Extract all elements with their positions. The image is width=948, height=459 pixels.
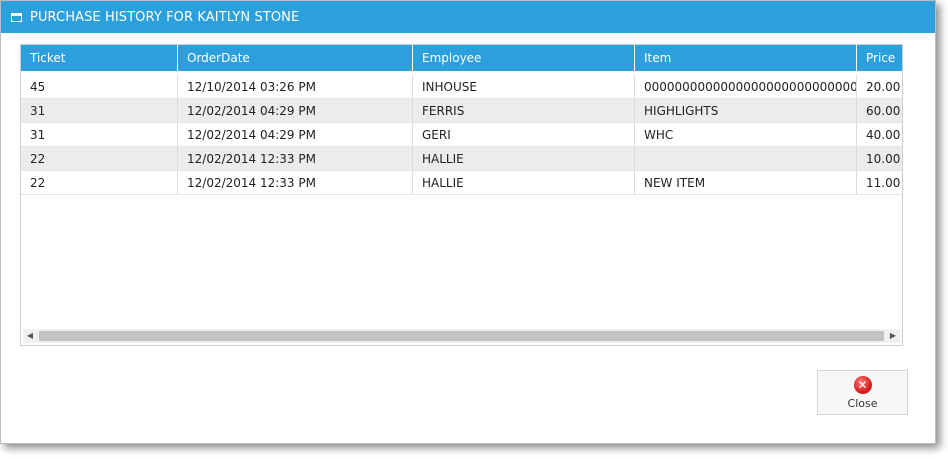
cell-ticket: 31 (21, 99, 178, 122)
window-title: PURCHASE HISTORY FOR KAITLYN STONE (30, 9, 300, 25)
close-button-label: Close (847, 396, 878, 410)
cell-orderdate: 12/02/2014 04:29 PM (178, 99, 413, 122)
column-header-price[interactable]: Price (857, 45, 902, 71)
cell-employee: HALLIE (413, 147, 635, 170)
cell-orderdate: 12/02/2014 12:33 PM (178, 171, 413, 194)
table-row[interactable]: 31 12/02/2014 04:29 PM GERI WHC 40.00 (21, 123, 902, 147)
close-icon: ✕ (853, 375, 872, 394)
cell-price: 60.00 (866, 104, 901, 118)
table-row[interactable]: 31 12/02/2014 04:29 PM FERRIS HIGHLIGHTS… (21, 99, 902, 123)
column-header-item[interactable]: Item (635, 45, 857, 71)
scroll-thumb[interactable] (39, 331, 884, 341)
cell-price: 11.00 (866, 176, 901, 190)
cell-ticket: 31 (21, 123, 178, 146)
cell-employee: FERRIS (413, 99, 635, 122)
cell-employee: INHOUSE (413, 75, 635, 98)
title-bar: PURCHASE HISTORY FOR KAITLYN STONE (1, 1, 935, 33)
cell-employee: HALLIE (413, 171, 635, 194)
column-header-ticket[interactable]: Ticket (21, 45, 178, 71)
window-icon (11, 12, 22, 22)
close-button[interactable]: ✕ Close (817, 370, 908, 415)
cell-orderdate: 12/02/2014 04:29 PM (178, 123, 413, 146)
cell-orderdate: 12/02/2014 12:33 PM (178, 147, 413, 170)
cell-item: HIGHLIGHTS (635, 99, 857, 122)
cell-employee: GERI (413, 123, 635, 146)
table-row[interactable]: 45 12/10/2014 03:26 PM INHOUSE 000000000… (21, 75, 902, 99)
cell-price: 10.00 (866, 152, 901, 166)
table-row[interactable]: 22 12/02/2014 12:33 PM HALLIE NEW ITEM 1… (21, 171, 902, 195)
cell-ticket: 22 (21, 147, 178, 170)
scroll-track[interactable] (37, 330, 886, 342)
horizontal-scrollbar[interactable]: ◀ ▶ (23, 329, 900, 343)
grid-header: Ticket OrderDate Employee Item Price (21, 45, 902, 71)
purchase-history-grid[interactable]: Ticket OrderDate Employee Item Price 45 … (20, 44, 903, 346)
cell-ticket: 45 (21, 75, 178, 98)
purchase-history-dialog: PURCHASE HISTORY FOR KAITLYN STONE Ticke… (0, 0, 936, 444)
cell-item: 00000000000000000000000000000003 (635, 75, 857, 98)
scroll-left-icon[interactable]: ◀ (23, 329, 37, 343)
cell-price: 40.00 (866, 128, 901, 142)
cell-item: NEW ITEM (635, 171, 857, 194)
cell-price: 20.00 (866, 80, 901, 94)
cell-ticket: 22 (21, 171, 178, 194)
cell-item: WHC (635, 123, 857, 146)
table-row[interactable]: 22 12/02/2014 12:33 PM HALLIE 10.00 (21, 147, 902, 171)
cell-orderdate: 12/10/2014 03:26 PM (178, 75, 413, 98)
column-header-orderdate[interactable]: OrderDate (178, 45, 413, 71)
column-header-employee[interactable]: Employee (413, 45, 635, 71)
cell-item (635, 147, 857, 170)
scroll-right-icon[interactable]: ▶ (886, 329, 900, 343)
